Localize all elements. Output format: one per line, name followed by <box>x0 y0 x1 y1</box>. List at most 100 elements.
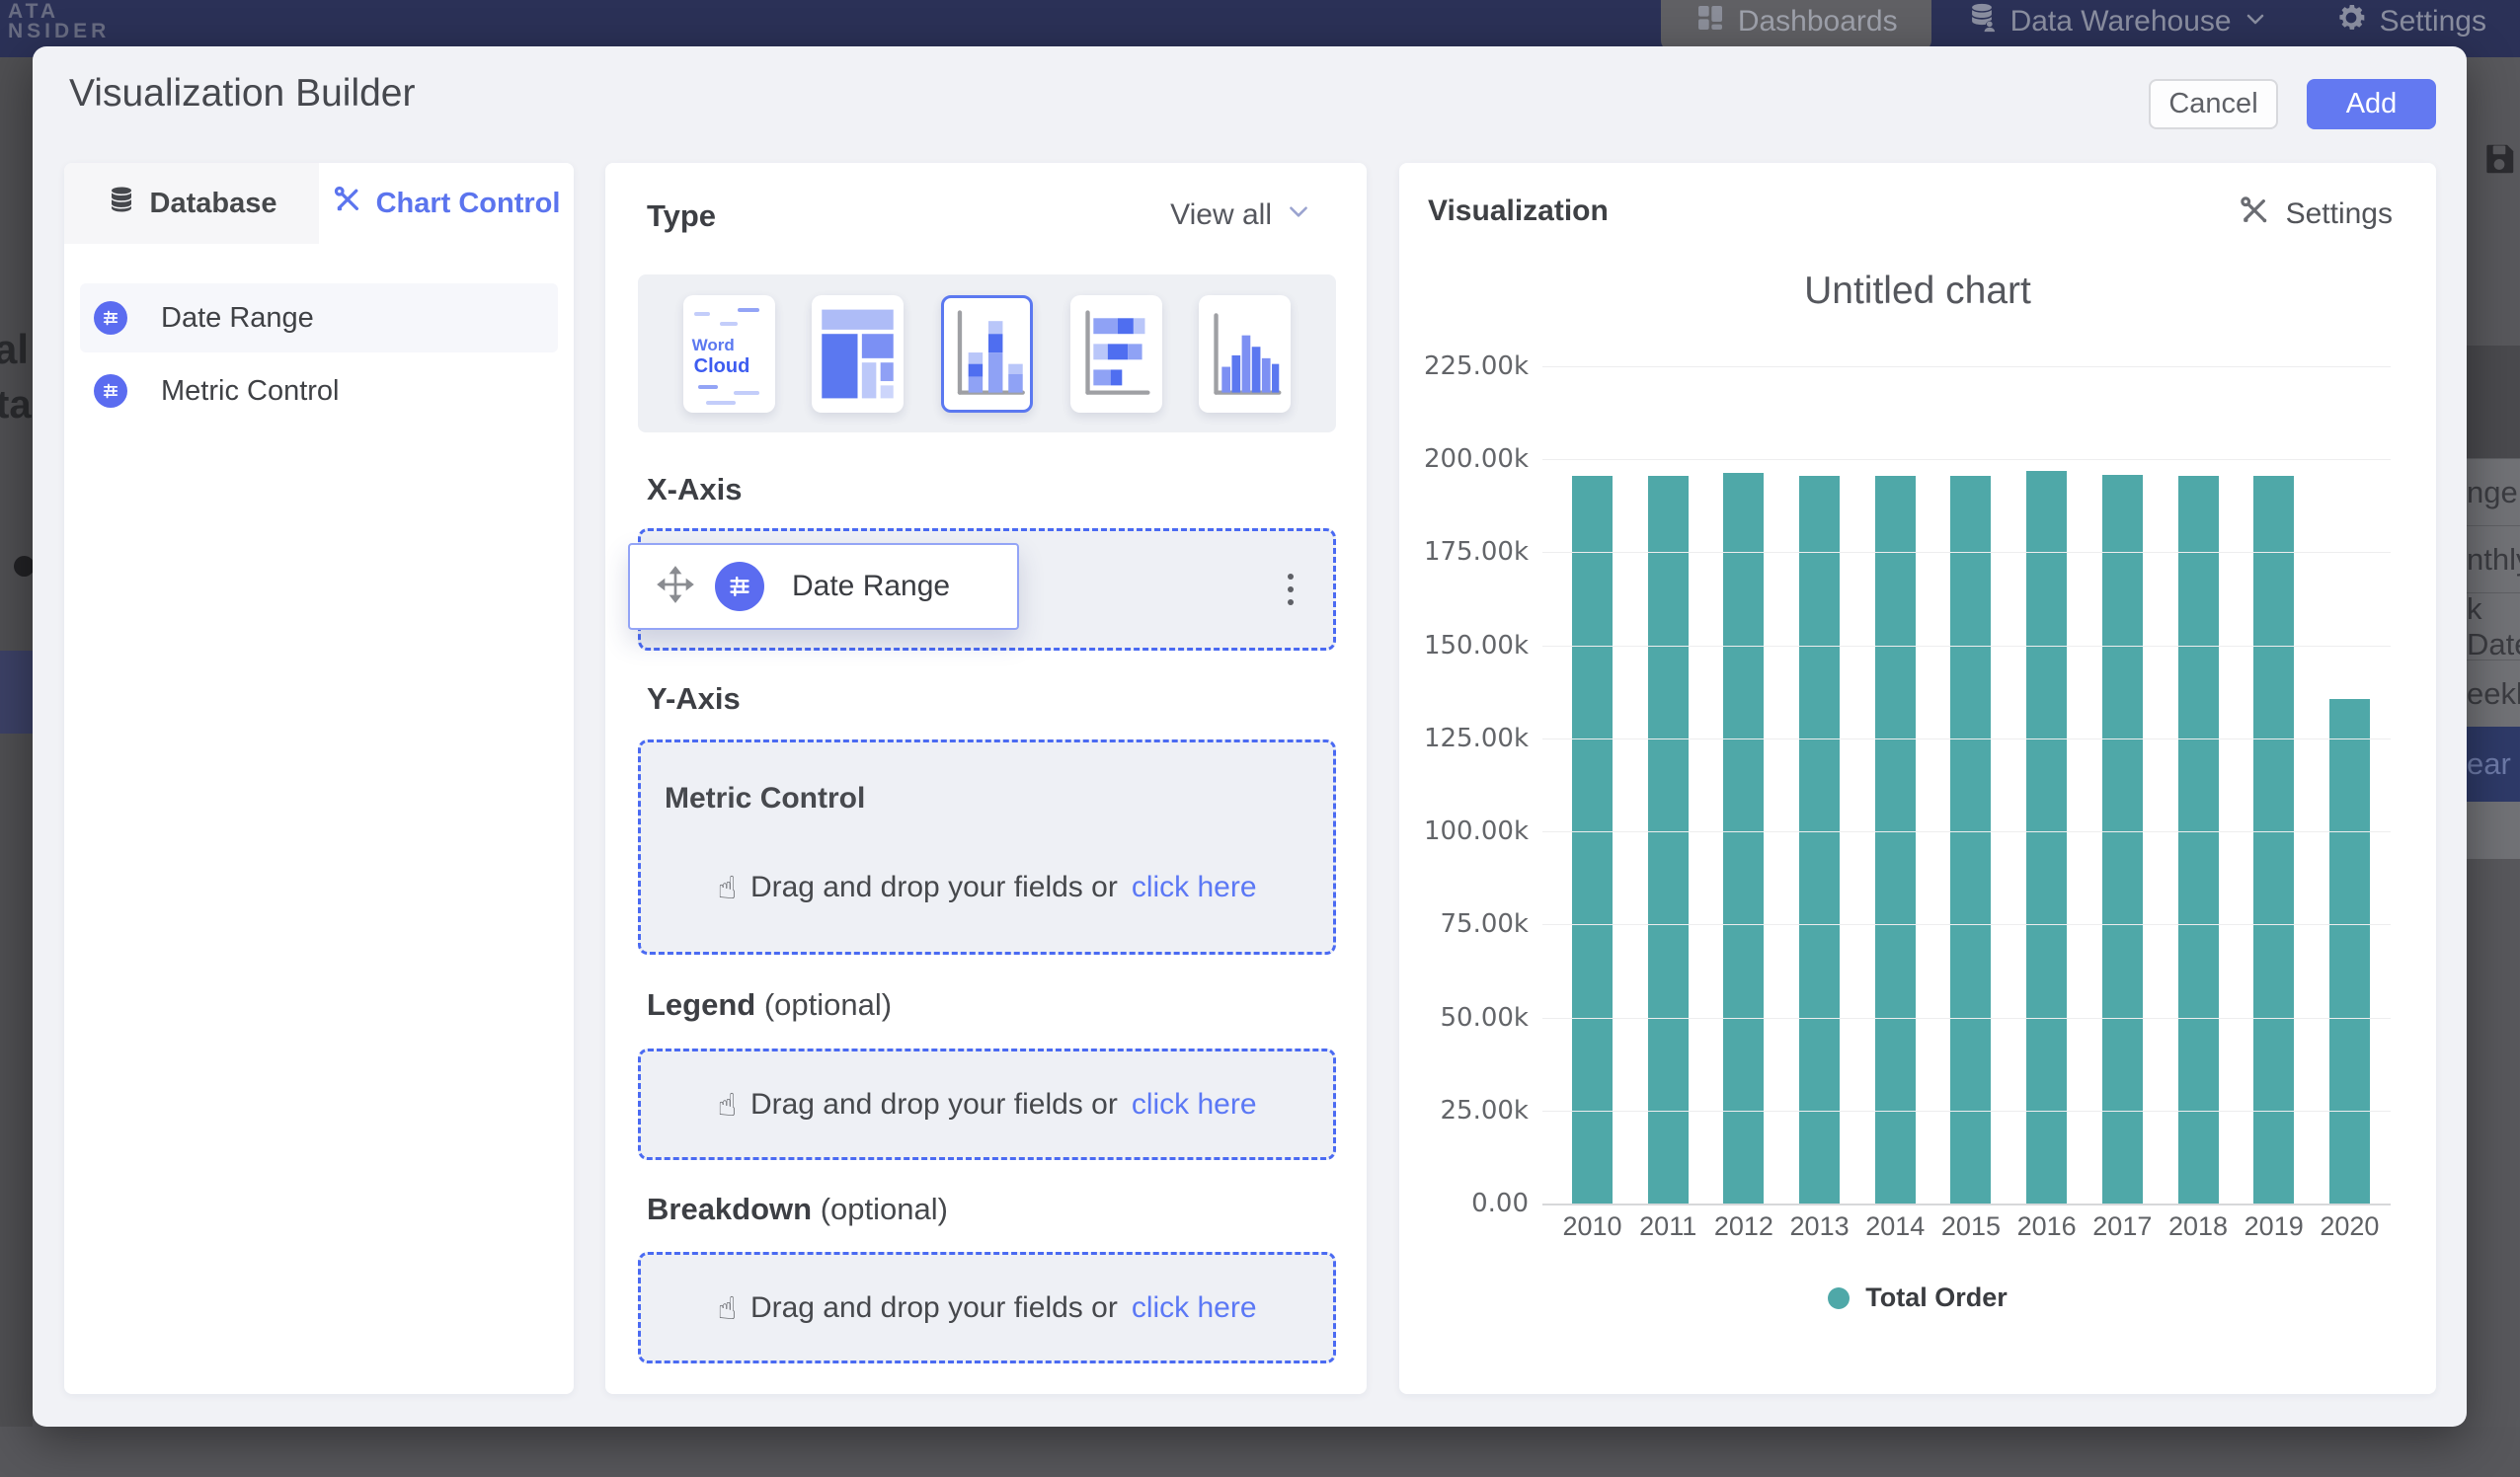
field-item-metric-control[interactable]: Metric Control <box>80 356 558 426</box>
field-item-label: Date Range <box>161 302 314 335</box>
tab-database[interactable]: Database <box>64 163 319 244</box>
x-axis-tick-label: 2010 <box>1572 1211 1613 1242</box>
move-icon <box>656 565 695 609</box>
click-here-link[interactable]: click here <box>1132 871 1257 904</box>
x-axis-tick-label: 2019 <box>2253 1211 2294 1242</box>
word-cloud-decoration <box>738 308 759 312</box>
gridline <box>1542 831 2391 832</box>
drop-hint-text: Drag and drop your fields or <box>750 871 1118 904</box>
gridline <box>1542 1018 2391 1019</box>
backdrop-bullet <box>14 556 33 577</box>
drop-hint: ☝ Drag and drop your fields or click her… <box>641 1289 1333 1327</box>
y-axis-tick-label: 225.00k <box>1410 351 1529 381</box>
bar <box>1648 476 1689 1204</box>
bar <box>2329 699 2370 1204</box>
tap-hand-icon: ☝ <box>717 1086 736 1124</box>
nav-settings-label: Settings <box>2380 5 2486 39</box>
y-axis-dropzone[interactable]: Metric Control ☝ Drag and drop your fiel… <box>638 739 1336 955</box>
x-axis-tick-label: 2017 <box>2102 1211 2143 1242</box>
view-all-dropdown[interactable]: View all <box>1170 198 1311 232</box>
tab-chart-control[interactable]: Chart Control <box>319 163 574 244</box>
gridline <box>1542 924 2391 925</box>
chart-type-stacked-bar[interactable] <box>1070 295 1162 413</box>
crossed-tools-icon <box>333 185 362 222</box>
drop-hint: ☝ Drag and drop your fields or click her… <box>641 1086 1333 1124</box>
chart-type-column[interactable] <box>1199 295 1291 413</box>
word-cloud-text: Cloud <box>694 355 750 378</box>
save-icon[interactable] <box>2481 140 2518 183</box>
gridline <box>1542 552 2391 553</box>
nav-dashboards-label: Dashboards <box>1738 5 1898 39</box>
dropdown-option[interactable]: eekly <box>2467 660 2520 727</box>
field-item-date-range[interactable]: Date Range <box>80 283 558 352</box>
backdrop-text-fragment: ta <box>0 383 32 428</box>
tab-chart-control-label: Chart Control <box>376 188 561 220</box>
dropdown-option[interactable]: nge <box>2467 458 2520 525</box>
breakdown-dropzone[interactable]: ☝ Drag and drop your fields or click her… <box>638 1252 1336 1363</box>
builder-panel: Type View all Word Cloud <box>605 163 1367 1394</box>
breakdown-label-text: Breakdown <box>647 1192 812 1226</box>
click-here-link[interactable]: click here <box>1132 1291 1257 1325</box>
bar-series <box>1542 366 2391 1204</box>
legend-marker <box>1828 1287 1850 1309</box>
gridline <box>1542 738 2391 739</box>
x-axis-tick-label: 2015 <box>1950 1211 1991 1242</box>
chart-type-word-cloud[interactable]: Word Cloud <box>683 295 775 413</box>
logo-line-1: ATA <box>8 2 110 22</box>
y-axis-tick-label: 125.00k <box>1410 724 1529 753</box>
x-axis-label: X-Axis <box>647 472 742 507</box>
bar <box>2178 476 2219 1204</box>
cancel-button[interactable]: Cancel <box>2149 79 2278 129</box>
drop-hint: ☝ Drag and drop your fields or click her… <box>641 869 1333 906</box>
optional-suffix: (optional) <box>821 1192 948 1226</box>
legend-label-text: Legend <box>647 987 755 1022</box>
backdrop-right-strip: nge nthly k Date eekly ear <box>2467 57 2520 1427</box>
nav-settings[interactable]: Settings <box>2301 0 2520 50</box>
dropdown-option[interactable]: nthly <box>2467 525 2520 592</box>
word-cloud-decoration <box>694 312 710 316</box>
add-button[interactable]: Add <box>2307 79 2436 129</box>
word-cloud-decoration <box>698 385 718 389</box>
dropdown-option[interactable]: k Date <box>2467 592 2520 660</box>
drag-chip-label: Date Range <box>792 570 950 603</box>
bar <box>2253 476 2294 1204</box>
gridline <box>1542 459 2391 460</box>
dragging-field-chip[interactable]: Date Range <box>628 543 1019 630</box>
tab-database-label: Database <box>150 188 277 220</box>
modal-title: Visualization Builder <box>69 72 416 116</box>
y-axis-tick-label: 175.00k <box>1410 537 1529 567</box>
y-axis-tick-label: 100.00k <box>1410 816 1529 846</box>
y-axis-tick-label: 200.00k <box>1410 444 1529 474</box>
word-cloud-decoration <box>734 391 759 395</box>
visualization-label: Visualization <box>1428 194 1609 228</box>
chart-type-stacked-column-selected[interactable] <box>941 295 1033 413</box>
y-axis-tick-label: 150.00k <box>1410 631 1529 661</box>
app-logo: ATA NSIDER <box>8 2 110 41</box>
kebab-menu-icon[interactable] <box>1288 574 1294 605</box>
x-axis-tick-label: 2014 <box>1875 1211 1916 1242</box>
chart-settings-button[interactable]: Settings <box>2239 194 2393 234</box>
bar <box>1572 476 1613 1204</box>
tap-hand-icon: ☝ <box>717 1289 736 1327</box>
nav-data-warehouse[interactable]: Data Warehouse <box>1931 0 2301 50</box>
backdrop-dropdown: nge nthly k Date eekly ear <box>2467 458 2520 859</box>
x-axis-tick-labels: 2010201120122013201420152016201720182019… <box>1542 1211 2391 1242</box>
gridline <box>1542 1111 2391 1112</box>
legend-section-label: Legend (optional) <box>647 987 892 1023</box>
chart-type-treemap[interactable] <box>812 295 904 413</box>
nav-dashboards[interactable]: Dashboards <box>1661 0 1931 50</box>
bar <box>1723 473 1764 1204</box>
drop-hint-text: Drag and drop your fields or <box>750 1291 1118 1325</box>
x-axis-tick-label: 2011 <box>1648 1211 1689 1242</box>
field-item-label: Metric Control <box>161 375 340 408</box>
y-axis-tick-label: 25.00k <box>1410 1096 1529 1126</box>
bar <box>1875 476 1916 1204</box>
chevron-down-icon <box>1286 198 1311 232</box>
dropdown-option-selected[interactable]: ear <box>2467 727 2520 802</box>
fields-panel: Database Chart Control Date Range <box>64 163 574 1394</box>
y-axis-label: Y-Axis <box>647 681 741 717</box>
bar <box>2026 471 2067 1204</box>
click-here-link[interactable]: click here <box>1132 1088 1257 1122</box>
legend-dropzone[interactable]: ☝ Drag and drop your fields or click her… <box>638 1049 1336 1160</box>
database-icon <box>107 185 136 222</box>
